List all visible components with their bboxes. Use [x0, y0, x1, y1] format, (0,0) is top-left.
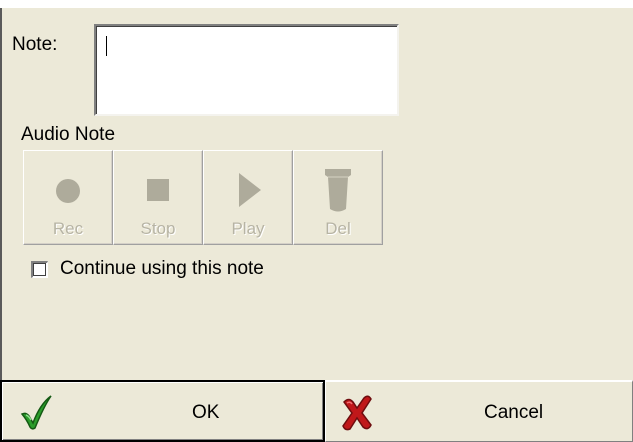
continue-checkbox[interactable] [31, 260, 48, 278]
rec-button[interactable]: Rec [23, 150, 113, 245]
del-label: Del [325, 219, 351, 238]
audio-toolbar: Rec Stop Play Del [23, 150, 383, 245]
continue-label[interactable]: Continue using this note [60, 258, 264, 280]
play-label: Play [231, 219, 265, 238]
note-label: Note: [12, 34, 58, 55]
text-caret [106, 36, 107, 56]
play-icon [239, 173, 261, 207]
dialog-buttons: OK Cancel [0, 380, 633, 442]
left-border [0, 8, 2, 380]
note-input[interactable] [94, 24, 399, 116]
stop-icon [147, 179, 169, 201]
checkmark-icon [20, 395, 52, 430]
audio-note-label: Audio Note [21, 124, 116, 145]
rec-label: Rec [52, 219, 84, 238]
trash-icon [325, 169, 351, 212]
continue-option: Continue using this note [31, 258, 264, 280]
red-x-icon [342, 395, 372, 431]
ok-button[interactable]: OK [0, 380, 325, 442]
cancel-button[interactable]: Cancel [325, 380, 633, 442]
play-button[interactable]: Play [203, 150, 293, 245]
ok-label: OK [192, 402, 220, 423]
title-strip [0, 0, 633, 8]
del-button[interactable]: Del [293, 150, 383, 245]
stop-label: Stop [140, 219, 176, 238]
cancel-label: Cancel [484, 402, 544, 423]
record-icon [56, 179, 80, 203]
stop-button[interactable]: Stop [113, 150, 203, 245]
